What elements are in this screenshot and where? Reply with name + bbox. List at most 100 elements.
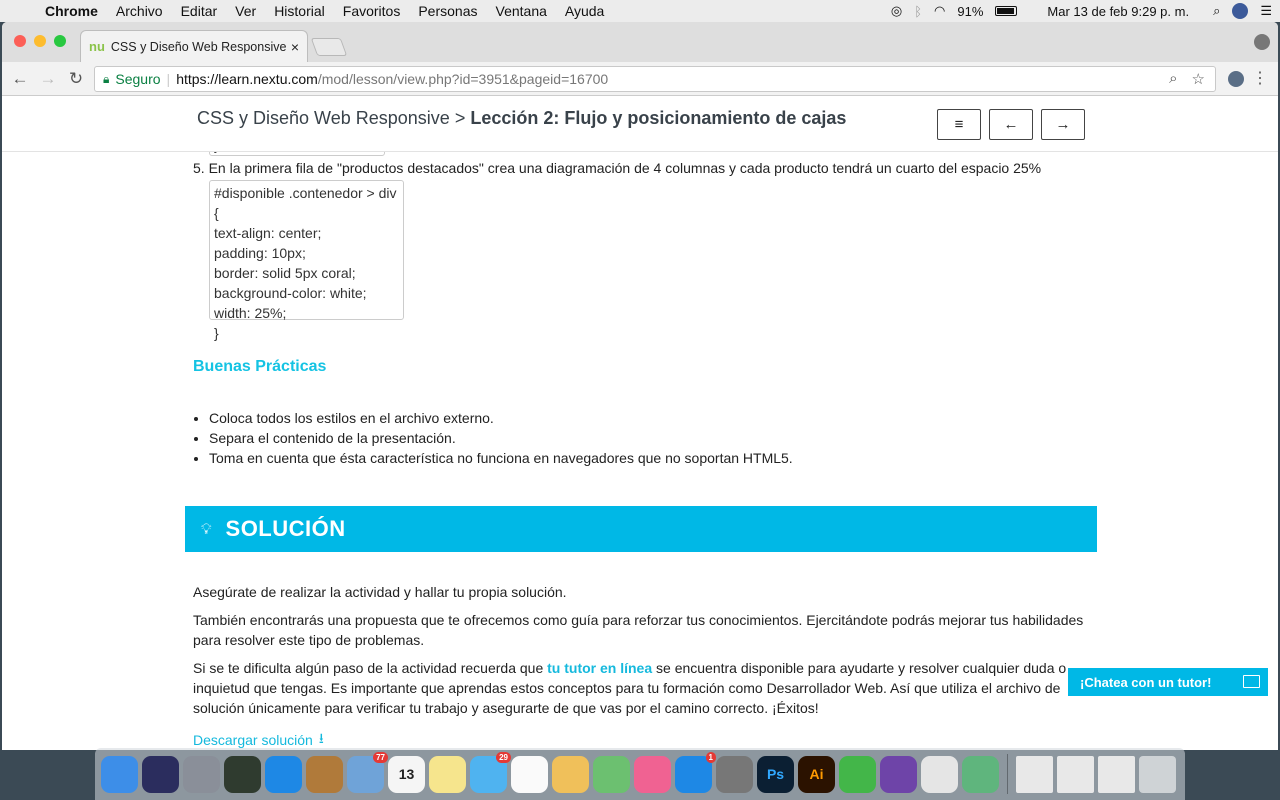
profile-icon[interactable]	[1254, 34, 1270, 50]
menu-favoritos[interactable]: Favoritos	[334, 3, 410, 19]
menu-ayuda[interactable]: Ayuda	[556, 3, 613, 19]
code-box: #disponible .contenedor > div { text-ali…	[209, 180, 404, 341]
buenas-practicas-heading: Buenas Prácticas	[193, 358, 327, 375]
tutor-link[interactable]: tu tutor en línea	[547, 660, 652, 676]
zoom-window-button[interactable]	[54, 35, 66, 47]
menu-ver[interactable]: Ver	[226, 3, 265, 19]
reload-button[interactable]: ↻	[62, 69, 90, 89]
dock-atom-icon[interactable]	[962, 755, 999, 793]
forward-button[interactable]: →	[34, 69, 62, 89]
download-solution-link[interactable]: Descargar solución ⭳	[193, 728, 324, 750]
dock-document-1-icon[interactable]	[1016, 755, 1053, 793]
dock-divider	[1007, 754, 1008, 794]
browser-toolbar: ← → ↻ 🔒︎ Seguro | https://learn.nextu.co…	[2, 62, 1278, 96]
dock-chrome-icon[interactable]	[921, 755, 958, 793]
macos-dock: 77 13 29 1 Ps Ai	[95, 748, 1185, 800]
dock-messages-icon[interactable]: 29	[470, 751, 511, 793]
breadcrumb: CSS y Diseño Web Responsive > Lección 2:…	[197, 108, 846, 129]
active-tab[interactable]: nu CSS y Diseño Web Responsive ×	[80, 30, 308, 62]
list-item: Toma en cuenta que ésta característica n…	[209, 448, 793, 468]
dock-github-icon[interactable]	[880, 755, 917, 793]
dock-photoshop-icon[interactable]: Ps	[757, 755, 794, 793]
battery-icon[interactable]	[995, 6, 1018, 16]
dock-illustrator-icon[interactable]: Ai	[798, 755, 835, 793]
battery-percent[interactable]: 91%	[957, 4, 983, 19]
dock-music-icon[interactable]	[634, 755, 671, 793]
spotlight-search-icon[interactable]: ⌕	[1213, 3, 1220, 19]
menu-personas[interactable]: Personas	[409, 3, 486, 19]
dock-notes-icon[interactable]	[429, 755, 466, 793]
paragraph-tutor-start: Si se te dificulta algún paso de la acti…	[193, 660, 548, 676]
menu-datetime[interactable]: Mar 13 de feb 9:29 p. m.	[1047, 4, 1189, 19]
paragraph-intro: Asegúrate de realizar la actividad y hal…	[193, 584, 567, 600]
new-tab-button[interactable]	[310, 38, 348, 56]
dock-maps-icon[interactable]	[593, 755, 630, 793]
menu-editar[interactable]: Editar	[172, 3, 227, 19]
dock-mission-control-icon[interactable]	[224, 755, 261, 793]
dock-safari-icon[interactable]	[265, 755, 302, 793]
dock-siri-icon[interactable]	[142, 755, 179, 793]
back-button[interactable]: ←	[6, 69, 34, 89]
dock-mail-icon[interactable]: 77	[347, 751, 388, 793]
wifi-icon[interactable]: ◠	[934, 3, 945, 19]
lock-icon: 🔒︎	[103, 71, 110, 86]
dock-facetime-icon[interactable]	[839, 755, 876, 793]
bluetooth-icon[interactable]: ᛒ	[914, 4, 922, 19]
close-window-button[interactable]	[14, 35, 26, 47]
lightbulb-icon: 💡︎	[201, 520, 212, 538]
lesson-header: CSS y Diseño Web Responsive > Lección 2:…	[2, 96, 1278, 152]
step-5-number: 5.	[193, 160, 205, 176]
chat-with-tutor-button[interactable]: ¡Chatea con un tutor!	[1068, 668, 1268, 696]
menu-app-name[interactable]: Chrome	[36, 3, 107, 19]
dock-badge: 1	[705, 751, 716, 763]
breadcrumb-course[interactable]: CSS y Diseño Web Responsive	[197, 108, 450, 128]
url-path: /mod/lesson/view.php?id=3951&pageid=1670…	[317, 71, 609, 87]
tab-bar: nu CSS y Diseño Web Responsive ×	[2, 22, 1278, 62]
dock-document-3-icon[interactable]	[1098, 755, 1135, 793]
nextu-favicon: nu	[89, 39, 105, 54]
dock-notes-brown-icon[interactable]	[306, 755, 343, 793]
list-item: Separa el contenido de la presentación.	[209, 428, 793, 448]
minimize-window-button[interactable]	[34, 35, 46, 47]
zoom-icon[interactable]: ⌕	[1169, 70, 1177, 88]
close-tab-icon[interactable]: ×	[291, 39, 299, 55]
chat-window-icon	[1243, 675, 1260, 688]
user-avatar-icon[interactable]	[1232, 3, 1249, 19]
window-controls	[14, 35, 66, 47]
dock-system-preferences-icon[interactable]	[716, 755, 753, 793]
paragraph-guide: También encontrarás una propuesta que te…	[193, 612, 1084, 648]
tab-title: CSS y Diseño Web Responsive	[110, 39, 287, 54]
dock-trash-icon[interactable]	[1139, 755, 1176, 793]
menu-button[interactable]: ≡	[937, 109, 981, 140]
creative-cloud-icon[interactable]: ◎	[891, 3, 902, 19]
download-icon: ⭳	[318, 730, 324, 746]
notification-center-icon[interactable]: ☰	[1260, 3, 1272, 19]
prev-page-button[interactable]: ←	[989, 109, 1033, 140]
step-5-item: 5. En la primera fila de "productos dest…	[193, 160, 1041, 176]
bookmark-star-icon[interactable]: ☆	[1192, 70, 1205, 88]
menu-ventana[interactable]: Ventana	[487, 3, 556, 19]
url-host: https://learn.nextu.com	[176, 71, 318, 87]
code-line: border: solid 5px coral;	[214, 265, 356, 281]
best-practices-list: Coloca todos los estilos en el archivo e…	[209, 408, 793, 468]
chrome-menu-icon[interactable]: ⋮	[1252, 68, 1268, 88]
dock-reminders-icon[interactable]	[511, 755, 548, 793]
dock-launchpad-icon[interactable]	[183, 755, 220, 793]
extension-icon[interactable]	[1228, 71, 1244, 87]
menu-historial[interactable]: Historial	[265, 3, 334, 19]
next-page-button[interactable]: →	[1041, 109, 1085, 140]
code-line: #disponible .contenedor > div {	[214, 185, 397, 221]
dock-document-2-icon[interactable]	[1057, 755, 1094, 793]
breadcrumb-separator: >	[454, 108, 466, 128]
dock-badge: 29	[496, 751, 511, 763]
dock-finder-icon[interactable]	[101, 755, 138, 793]
chat-label: ¡Chatea con un tutor!	[1080, 674, 1212, 690]
paragraph-tutor: Si se te dificulta algún paso de la acti…	[193, 658, 1093, 718]
address-bar[interactable]: 🔒︎ Seguro | https://learn.nextu.com /mod…	[94, 66, 1216, 92]
dock-photos-icon[interactable]	[552, 755, 589, 793]
menu-archivo[interactable]: Archivo	[107, 3, 172, 19]
dock-calendar-icon[interactable]: 13	[388, 755, 425, 793]
dock-badge: 77	[373, 751, 388, 763]
dock-app-store-icon[interactable]: 1	[675, 751, 716, 793]
code-line: background-color: white;	[214, 285, 367, 301]
